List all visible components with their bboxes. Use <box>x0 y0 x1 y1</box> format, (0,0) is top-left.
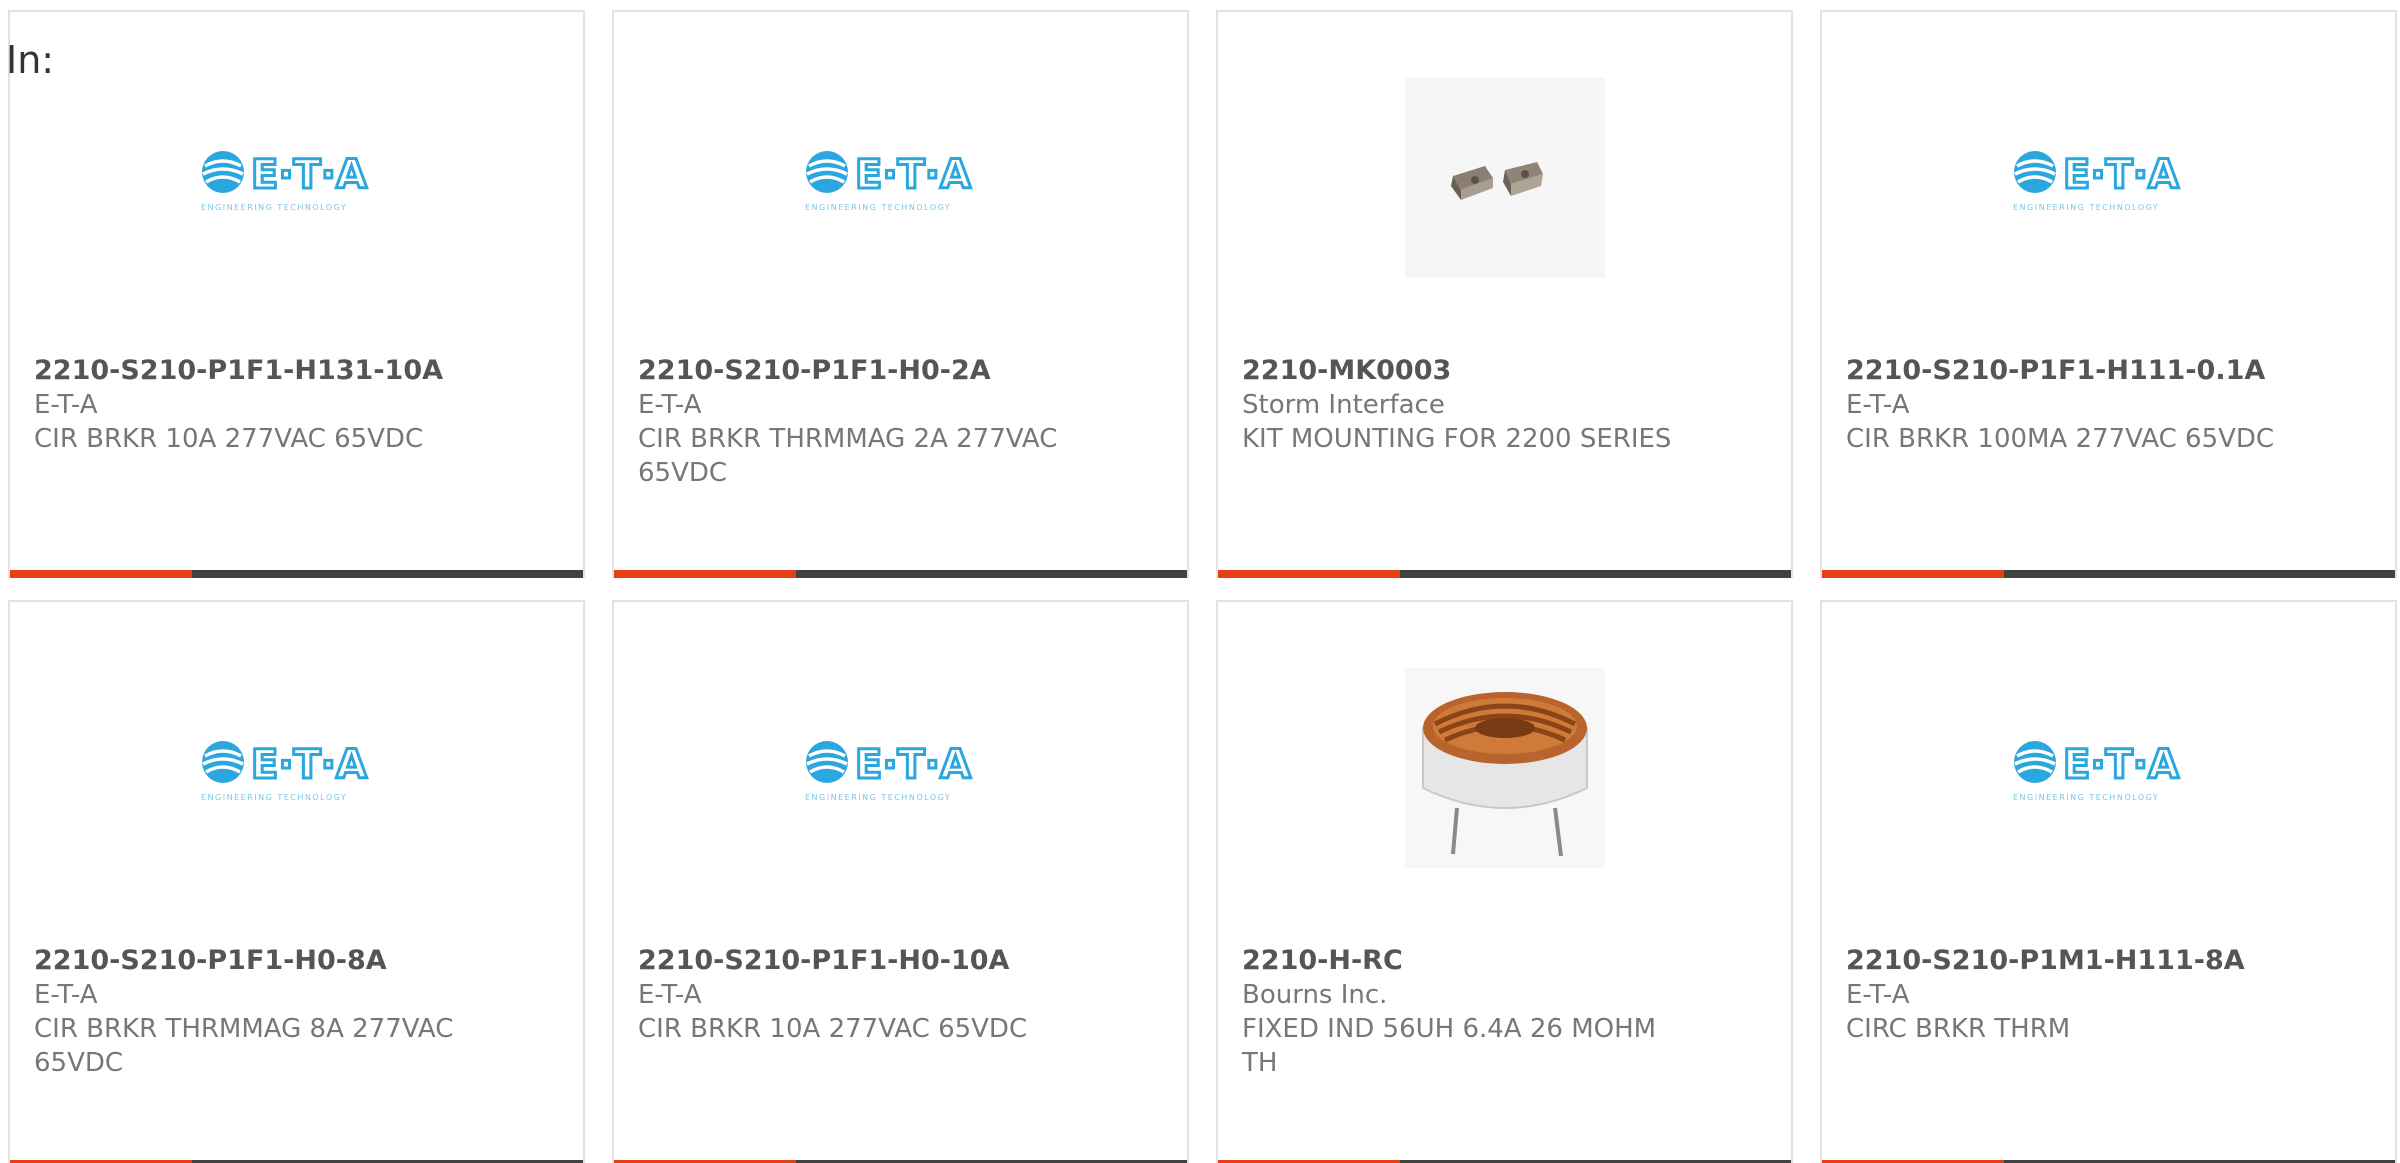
product-info: 2210-S210-P1F1-H0-10A E-T-A CIR BRKR 10A… <box>638 944 1078 1046</box>
product-card[interactable]: 2210-H-RC Bourns Inc. FIXED IND 56UH 6.4… <box>1216 600 1793 1163</box>
product-info: 2210-S210-P1F1-H0-8A E-T-A CIR BRKR THRM… <box>34 944 474 1080</box>
eta-logo-tagline: ENGINEERING TECHNOLOGY <box>2013 203 2159 212</box>
eta-logo-text: E·T·A <box>2063 152 2179 198</box>
description: FIXED IND 56UH 6.4A 26 MOHM TH <box>1242 1014 1657 1078</box>
eta-logo-image: E·T·A ENGINEERING TECHNOLOGY <box>801 78 1001 278</box>
eta-logo-tagline: ENGINEERING TECHNOLOGY <box>805 793 951 802</box>
toroid-inductor-photo <box>1404 668 1605 868</box>
description: CIR BRKR 10A 277VAC 65VDC <box>34 424 424 454</box>
manufacturer: Bourns Inc. <box>1242 980 1388 1010</box>
product-card[interactable]: E·T·A ENGINEERING TECHNOLOGY 2210-S210-P… <box>612 10 1189 578</box>
part-number-link[interactable]: 2210-S210-P1F1-H0-10A <box>638 944 1078 978</box>
part-number-link[interactable]: 2210-S210-P1M1-H111-8A <box>1846 944 2286 978</box>
part-number-link[interactable]: 2210-MK0003 <box>1242 354 1682 388</box>
card-accent-bar <box>1218 570 1400 578</box>
card-bottom-bar <box>614 570 1187 578</box>
eta-logo-tagline: ENGINEERING TECHNOLOGY <box>201 793 347 802</box>
part-number-link[interactable]: 2210-H-RC <box>1242 944 1682 978</box>
product-card[interactable]: E·T·A ENGINEERING TECHNOLOGY 2210-S210-P… <box>8 10 585 578</box>
eta-logo-tagline: ENGINEERING TECHNOLOGY <box>805 203 951 212</box>
card-bottom-bar <box>10 570 583 578</box>
description: KIT MOUNTING FOR 2200 SERIES <box>1242 424 1672 454</box>
product-info: 2210-S210-P1F1-H111-0.1A E-T-A CIR BRKR … <box>1846 354 2286 456</box>
eta-logo-tagline: ENGINEERING TECHNOLOGY <box>201 203 347 212</box>
part-number-link[interactable]: 2210-S210-P1F1-H131-10A <box>34 354 474 388</box>
eta-logo-tagline: ENGINEERING TECHNOLOGY <box>2013 793 2159 802</box>
card-accent-bar <box>614 570 796 578</box>
product-info: 2210-H-RC Bourns Inc. FIXED IND 56UH 6.4… <box>1242 944 1682 1080</box>
eta-logo-text: E·T·A <box>2063 742 2179 788</box>
manufacturer: E-T-A <box>1846 980 1910 1010</box>
product-card[interactable]: E·T·A ENGINEERING TECHNOLOGY 2210-S210-P… <box>612 600 1189 1163</box>
description: CIR BRKR 100MA 277VAC 65VDC <box>1846 424 2275 454</box>
eta-logo-image: E·T·A ENGINEERING TECHNOLOGY <box>2009 78 2209 278</box>
filter-label: In: <box>6 38 55 82</box>
eta-logo-image: E·T·A ENGINEERING TECHNOLOGY <box>801 668 1001 868</box>
product-info: 2210-S210-P1M1-H111-8A E-T-A CIRC BRKR T… <box>1846 944 2286 1046</box>
manufacturer: E-T-A <box>34 980 98 1010</box>
eta-logo-text: E·T·A <box>855 152 971 198</box>
manufacturer: E-T-A <box>638 980 702 1010</box>
eta-logo-text: E·T·A <box>251 152 367 198</box>
description: CIR BRKR 10A 277VAC 65VDC <box>638 1014 1028 1044</box>
part-number-link[interactable]: 2210-S210-P1F1-H0-2A <box>638 354 1078 388</box>
eta-logo-image: E·T·A ENGINEERING TECHNOLOGY <box>2009 668 2209 868</box>
product-card[interactable]: 2210-MK0003 Storm Interface KIT MOUNTING… <box>1216 10 1793 578</box>
manufacturer: Storm Interface <box>1242 390 1445 420</box>
description: CIR BRKR THRMMAG 8A 277VAC 65VDC <box>34 1014 454 1078</box>
product-info: 2210-MK0003 Storm Interface KIT MOUNTING… <box>1242 354 1682 456</box>
manufacturer: E-T-A <box>34 390 98 420</box>
eta-logo-image: E·T·A ENGINEERING TECHNOLOGY <box>197 78 397 278</box>
card-accent-bar <box>10 570 192 578</box>
part-number-link[interactable]: 2210-S210-P1F1-H0-8A <box>34 944 474 978</box>
mounting-kit-photo <box>1404 78 1605 278</box>
product-info: 2210-S210-P1F1-H0-2A E-T-A CIR BRKR THRM… <box>638 354 1078 490</box>
manufacturer: E-T-A <box>1846 390 1910 420</box>
description: CIR BRKR THRMMAG 2A 277VAC 65VDC <box>638 424 1058 488</box>
product-info: 2210-S210-P1F1-H131-10A E-T-A CIR BRKR 1… <box>34 354 474 456</box>
product-card[interactable]: E·T·A ENGINEERING TECHNOLOGY 2210-S210-P… <box>1820 600 2397 1163</box>
part-number-link[interactable]: 2210-S210-P1F1-H111-0.1A <box>1846 354 2286 388</box>
eta-logo-text: E·T·A <box>855 742 971 788</box>
product-card[interactable]: E·T·A ENGINEERING TECHNOLOGY 2210-S210-P… <box>8 600 585 1163</box>
card-bottom-bar <box>1822 570 2395 578</box>
manufacturer: E-T-A <box>638 390 702 420</box>
card-accent-bar <box>1822 570 2004 578</box>
card-bottom-bar <box>1218 570 1791 578</box>
description: CIRC BRKR THRM <box>1846 1014 2071 1044</box>
product-card[interactable]: E·T·A ENGINEERING TECHNOLOGY 2210-S210-P… <box>1820 10 2397 578</box>
eta-logo-text: E·T·A <box>251 742 367 788</box>
product-grid-page: In: E·T·A ENGINEERING TECHNOLOGY 2210-S2… <box>0 0 2400 1163</box>
eta-logo-image: E·T·A ENGINEERING TECHNOLOGY <box>197 668 397 868</box>
